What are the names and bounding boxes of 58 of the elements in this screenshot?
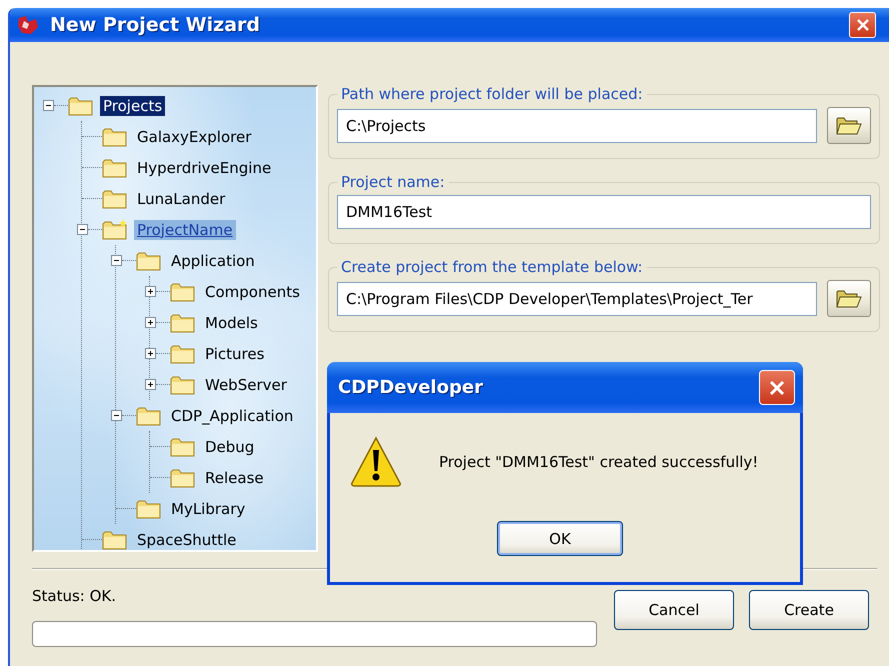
folder-icon bbox=[170, 436, 196, 458]
folder-icon bbox=[170, 312, 196, 334]
folder-icon bbox=[836, 116, 862, 136]
collapse-toggle[interactable] bbox=[111, 410, 122, 421]
app-icon bbox=[16, 14, 40, 36]
group-label: Create project from the template below: bbox=[340, 258, 644, 276]
collapse-toggle[interactable] bbox=[111, 255, 122, 266]
tree-item[interactable]: Components bbox=[202, 282, 303, 302]
collapse-toggle[interactable] bbox=[43, 100, 54, 111]
folder-icon bbox=[170, 342, 196, 364]
group-label: Project name: bbox=[340, 173, 446, 191]
tree-item[interactable]: CDP_Application bbox=[168, 406, 296, 426]
tree-item[interactable]: Application bbox=[168, 250, 258, 270]
folder-icon bbox=[68, 94, 94, 116]
folder-icon bbox=[170, 280, 196, 302]
expand-toggle[interactable] bbox=[145, 317, 156, 328]
window-title: New Project Wizard bbox=[50, 14, 260, 36]
folder-icon bbox=[102, 156, 128, 178]
folder-icon bbox=[136, 498, 162, 520]
tree-item[interactable]: SpaceShuttle bbox=[134, 530, 240, 550]
collapse-toggle[interactable] bbox=[77, 224, 88, 235]
dialog-message: Project "DMM16Test" created successfully! bbox=[439, 453, 758, 471]
folder-icon bbox=[136, 404, 162, 426]
close-button[interactable] bbox=[759, 370, 795, 405]
text-field[interactable]: DMM16Test bbox=[337, 195, 871, 229]
folder-icon bbox=[170, 374, 196, 396]
tree-item[interactable]: Projects bbox=[100, 96, 166, 116]
close-button[interactable] bbox=[849, 12, 876, 38]
expand-toggle[interactable] bbox=[145, 379, 156, 390]
dialog-button[interactable]: Create bbox=[749, 590, 869, 630]
tree-item[interactable]: LunaLander bbox=[134, 188, 228, 208]
tree-item[interactable]: WebServer bbox=[202, 374, 290, 394]
folder-icon bbox=[102, 528, 128, 550]
tree-item[interactable]: ProjectName bbox=[134, 220, 236, 240]
browse-button[interactable] bbox=[827, 280, 871, 317]
tree-item[interactable]: HyperdriveEngine bbox=[134, 158, 274, 178]
tree-item[interactable]: Models bbox=[202, 312, 261, 332]
group-label: Path where project folder will be placed: bbox=[340, 85, 644, 103]
tree-item[interactable]: Debug bbox=[202, 436, 258, 456]
dialog-title: CDPDeveloper bbox=[338, 377, 483, 398]
close-icon bbox=[854, 17, 870, 33]
folder-icon bbox=[102, 188, 128, 210]
folder-icon bbox=[836, 288, 862, 308]
status-text: Status: OK. bbox=[32, 587, 118, 605]
tree-item[interactable]: Pictures bbox=[202, 344, 268, 364]
text-field[interactable]: C:\Program Files\CDP Developer\Templates\Project_Ter bbox=[337, 282, 817, 316]
folder-icon bbox=[170, 466, 196, 488]
text-field[interactable]: C:\Projects bbox=[337, 108, 817, 142]
dialog-button[interactable]: Cancel bbox=[614, 590, 734, 630]
expand-toggle[interactable] bbox=[145, 348, 156, 359]
folder-icon bbox=[136, 250, 162, 272]
expand-toggle[interactable] bbox=[145, 286, 156, 297]
tree-item[interactable]: GalaxyExplorer bbox=[134, 126, 254, 146]
folder-icon bbox=[102, 126, 128, 148]
browse-button[interactable] bbox=[827, 107, 871, 144]
ok-button[interactable]: OK bbox=[497, 521, 623, 556]
tree-item[interactable]: Release bbox=[202, 468, 267, 488]
tree-item[interactable]: MyLibrary bbox=[168, 498, 248, 518]
